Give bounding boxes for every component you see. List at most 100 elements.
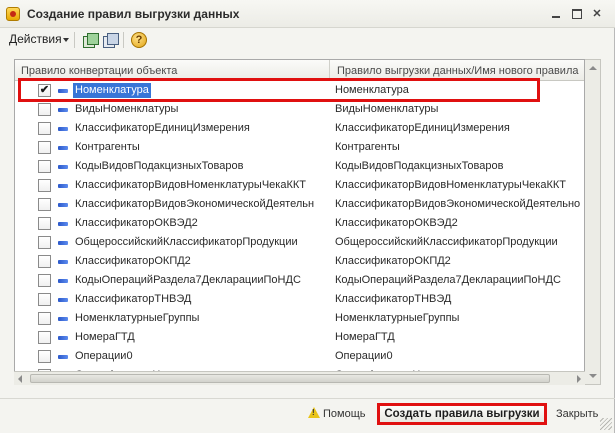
conversion-rule-cell[interactable]: КлассификаторОКВЭД2 (75, 217, 198, 229)
table-row[interactable]: КлассификаторОКВЭД2 КлассификаторОКВЭД2 (15, 214, 584, 233)
rule-icon (58, 317, 68, 321)
row-checkbox[interactable] (38, 255, 51, 268)
warning-icon[interactable] (308, 407, 320, 418)
conversion-rule-cell[interactable]: КлассификаторВидовНоменклатурыЧекаККТ (75, 179, 306, 191)
table-row[interactable]: КодыВидовПодакцизныхТоваров КодыВидовПода… (15, 157, 584, 176)
row-checkbox[interactable] (38, 103, 51, 116)
close-icon[interactable] (590, 6, 604, 20)
table-header: Правило конвертации объекта Правило выгр… (15, 60, 584, 81)
column-header-export-rule[interactable]: Правило выгрузки данных/Имя нового прави… (337, 65, 578, 77)
row-checkbox[interactable] (38, 293, 51, 306)
row-checkbox[interactable] (38, 312, 51, 325)
rule-icon (58, 222, 68, 226)
rule-icon (58, 89, 68, 93)
row-checkbox[interactable] (38, 198, 51, 211)
row-checkbox[interactable]: ✔ (38, 84, 51, 97)
export-rule-cell[interactable]: КлассификаторВидовНоменклатурыЧекаККТ (335, 179, 566, 191)
table-row[interactable]: КодыОперацийРаздела7ДекларацииПоНДС КодыО… (15, 271, 584, 290)
export-rule-cell[interactable]: КлассификаторЕдиницИзмерения (335, 122, 510, 134)
rule-icon (58, 184, 68, 188)
export-rule-cell[interactable]: Номенклатура (335, 84, 409, 96)
export-rule-cell[interactable]: Операции0 (335, 350, 393, 362)
conversion-rule-cell[interactable]: НоменклатурныеГруппы (75, 312, 199, 324)
table-row[interactable]: ОбщероссийскийКлассификаторПродукции Обще… (15, 233, 584, 252)
export-rule-cell[interactable]: КлассификаторВидовЭкономическойДеятельно (335, 198, 580, 210)
rules-table[interactable]: Правило конвертации объекта Правило выгр… (14, 59, 585, 385)
conversion-rule-cell[interactable]: НомераГТД (75, 331, 135, 343)
row-checkbox[interactable] (38, 274, 51, 287)
table-row[interactable]: Операции0 Операции0 (15, 347, 584, 366)
resize-grip-icon[interactable] (600, 418, 612, 430)
check-all-icon[interactable] (82, 32, 99, 48)
row-checkbox[interactable] (38, 236, 51, 249)
toolbar: Действия ? (0, 28, 615, 52)
conversion-rule-cell[interactable]: Контрагенты (75, 141, 140, 153)
rule-icon (58, 355, 68, 359)
rule-icon (58, 127, 68, 131)
toolbar-divider (74, 32, 75, 48)
conversion-rule-cell[interactable]: КлассификаторТНВЭД (75, 293, 191, 305)
conversion-rule-cell[interactable]: Операции0 (75, 350, 133, 362)
scroll-up-icon[interactable] (589, 66, 597, 70)
export-rule-cell[interactable]: НоменклатурныеГруппы (335, 312, 459, 324)
scroll-left-icon[interactable] (18, 375, 22, 383)
row-checkbox[interactable] (38, 331, 51, 344)
table-row[interactable]: Контрагенты Контрагенты (15, 138, 584, 157)
export-rule-cell[interactable]: КлассификаторОКПД2 (335, 255, 451, 267)
export-rule-cell[interactable]: ВидыНоменклатуры (335, 103, 438, 115)
actions-menu-button[interactable]: Действия (9, 32, 62, 46)
row-checkbox[interactable] (38, 217, 51, 230)
export-rule-cell[interactable]: КлассификаторОКВЭД2 (335, 217, 458, 229)
conversion-rule-cell[interactable]: КлассификаторОКПД2 (75, 255, 191, 267)
export-rule-cell[interactable]: НомераГТД (335, 331, 395, 343)
minimize-icon[interactable] (549, 6, 563, 20)
scroll-down-icon[interactable] (589, 374, 597, 378)
maximize-icon[interactable] (569, 6, 583, 20)
conversion-rule-cell[interactable]: ВидыНоменклатуры (75, 103, 178, 115)
title-bar[interactable]: Создание правил выгрузки данных (0, 0, 615, 28)
rule-icon (58, 298, 68, 302)
table-row[interactable]: НомераГТД НомераГТД (15, 328, 584, 347)
conversion-rule-cell[interactable]: КодыВидовПодакцизныхТоваров (75, 160, 243, 172)
conversion-rule-cell[interactable]: ОбщероссийскийКлассификаторПродукции (75, 236, 298, 248)
toolbar-divider (123, 32, 124, 48)
export-rule-cell[interactable]: ОбщероссийскийКлассификаторПродукции (335, 236, 558, 248)
export-rules-dialog: Создание правил выгрузки данных Действия… (0, 0, 615, 433)
conversion-rule-cell[interactable]: Номенклатура (73, 83, 151, 98)
vertical-scrollbar[interactable] (585, 59, 601, 385)
rule-icon (58, 279, 68, 283)
create-export-rules-button[interactable]: Создать правила выгрузки (377, 403, 547, 425)
scroll-right-icon[interactable] (577, 375, 581, 383)
row-checkbox[interactable] (38, 141, 51, 154)
row-checkbox[interactable] (38, 179, 51, 192)
rule-icon (58, 203, 68, 207)
export-rule-cell[interactable]: КодыОперацийРаздела7ДекларацииПоНДС (335, 274, 561, 286)
chevron-down-icon[interactable] (63, 38, 69, 42)
row-checkbox[interactable] (38, 160, 51, 173)
horizontal-scroll-thumb[interactable] (30, 374, 550, 383)
table-row[interactable]: КлассификаторВидовНоменклатурыЧекаККТ Кла… (15, 176, 584, 195)
table-row[interactable]: ВидыНоменклатуры ВидыНоменклатуры (15, 100, 584, 119)
help-icon[interactable]: ? (131, 32, 147, 48)
table-row[interactable]: КлассификаторОКПД2 КлассификаторОКПД2 (15, 252, 584, 271)
rule-icon (58, 165, 68, 169)
table-row[interactable]: НоменклатурныеГруппы НоменклатурныеГруппы (15, 309, 584, 328)
help-button[interactable]: Помощь (323, 408, 366, 420)
table-row[interactable]: КлассификаторЕдиницИзмерения Классификато… (15, 119, 584, 138)
row-checkbox[interactable] (38, 350, 51, 363)
close-button[interactable]: Закрыть (556, 408, 598, 420)
export-rule-cell[interactable]: КодыВидовПодакцизныхТоваров (335, 160, 503, 172)
column-header-conversion-rule[interactable]: Правило конвертации объекта (21, 65, 177, 77)
row-checkbox[interactable] (38, 122, 51, 135)
horizontal-scrollbar[interactable] (14, 371, 585, 385)
conversion-rule-cell[interactable]: КлассификаторВидовЭкономическойДеятельн (75, 198, 314, 210)
conversion-rule-cell[interactable]: КлассификаторЕдиницИзмерения (75, 122, 250, 134)
conversion-rule-cell[interactable]: КодыОперацийРаздела7ДекларацииПоНДС (75, 274, 301, 286)
uncheck-all-icon[interactable] (102, 32, 119, 48)
table-row[interactable]: ✔ Номенклатура Номенклатура (15, 81, 584, 100)
export-rule-cell[interactable]: Контрагенты (335, 141, 400, 153)
export-rule-cell[interactable]: КлассификаторТНВЭД (335, 293, 451, 305)
table-row[interactable]: КлассификаторВидовЭкономическойДеятельн К… (15, 195, 584, 214)
column-divider[interactable] (329, 60, 330, 81)
table-row[interactable]: КлассификаторТНВЭД КлассификаторТНВЭД (15, 290, 584, 309)
